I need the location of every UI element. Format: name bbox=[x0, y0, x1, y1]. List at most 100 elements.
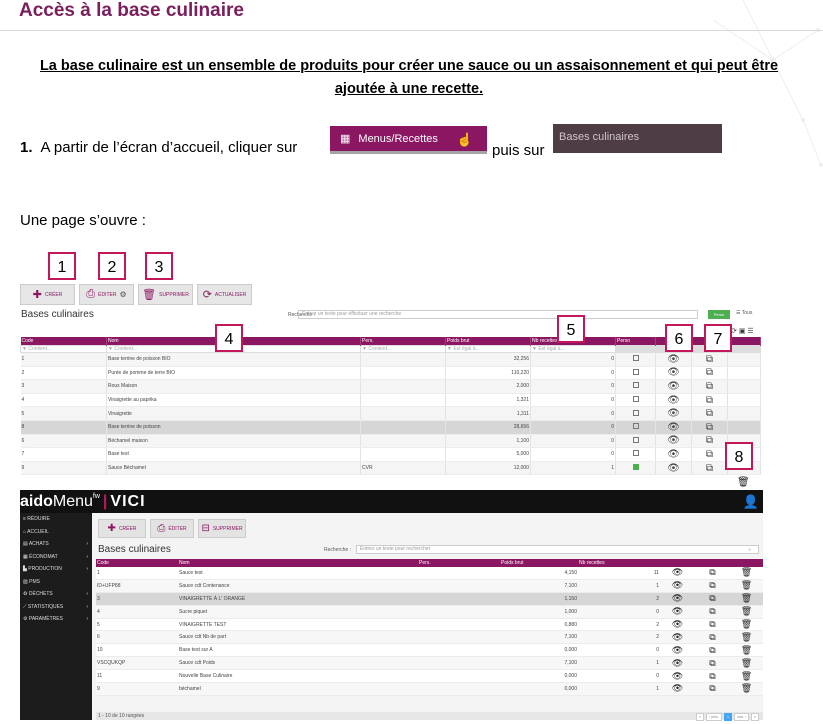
eye-icon[interactable]: 👁 bbox=[655, 393, 692, 408]
copy-icon[interactable]: ⧉ bbox=[695, 682, 730, 696]
table-row[interactable]: VSCQUKQP Sauce cdt Poids 7,100 1 👁 ⧉ 🗑 bbox=[96, 656, 763, 671]
bases-culinaires-button[interactable]: Bases culinaires bbox=[553, 124, 722, 153]
table-row[interactable]: 9 Sauce Béchamel CVR 12,000 1 👁 ⧉ bbox=[20, 461, 761, 476]
trash-icon[interactable]: 🗑 bbox=[737, 477, 750, 488]
table-row[interactable]: 1 Sauce test 4,150 11 👁 ⧉ 🗑 bbox=[96, 567, 763, 580]
pagination-item[interactable]: « bbox=[696, 713, 705, 721]
sidebar-item[interactable]: ⌂ ACCUEIL bbox=[20, 526, 92, 539]
trash-icon[interactable]: 🗑 bbox=[730, 567, 763, 580]
eye-icon[interactable]: 👁 bbox=[655, 434, 692, 449]
pagination-item[interactable]: suiv. › bbox=[733, 713, 750, 721]
eye-icon[interactable]: 👁 bbox=[655, 352, 692, 367]
table-row[interactable]: 3 Roux Maison 2,000 0 👁 ⧉ bbox=[20, 379, 761, 394]
perso-checkbox[interactable] bbox=[632, 355, 639, 362]
sidebar-item[interactable]: ⟋ STATISTIQUES › bbox=[20, 601, 92, 614]
menus-recettes-button[interactable]: ▦ Menus/Recettes ☝ bbox=[330, 126, 487, 154]
trash-icon[interactable]: 🗑 bbox=[730, 669, 763, 684]
copy-icon[interactable]: ⧉ bbox=[695, 567, 730, 580]
creer-button[interactable]: ✚ CRÉER bbox=[98, 519, 146, 538]
table-row[interactable]: 7 Base test 5,000 0 👁 ⧉ bbox=[20, 447, 761, 462]
table-row[interactable]: 3 VINAIGRETTE À L' ORANGE 1,150 2 👁 ⧉ 🗑 bbox=[96, 592, 763, 606]
perso-checkbox[interactable] bbox=[632, 368, 639, 375]
pagination-item[interactable]: » bbox=[751, 713, 759, 721]
copy-icon[interactable]: ⧉ bbox=[695, 605, 730, 619]
search-input[interactable]: Entrez un texte pour effectuer une reche… bbox=[298, 310, 698, 319]
trash-icon[interactable]: 🗑 bbox=[730, 656, 763, 671]
table-row[interactable]: 1 Base terrine de poisson BIO 32,256 0 👁 ⧉ bbox=[20, 352, 761, 367]
eye-icon[interactable]: 👁 bbox=[660, 656, 695, 671]
tous-filter-button[interactable]: ☰ Tous bbox=[736, 310, 752, 316]
copy-icon[interactable]: ⧉ bbox=[691, 420, 728, 435]
copy-icon[interactable]: ⧉ bbox=[691, 406, 728, 421]
eye-icon[interactable]: 👁 bbox=[660, 618, 695, 632]
perso-checkbox[interactable] bbox=[632, 409, 639, 416]
sidebar-item[interactable]: ▦ ÉCONOMAT › bbox=[20, 551, 92, 564]
table-row[interactable]: 10 Base test sur A 0,000 0 👁 ⧉ 🗑 bbox=[96, 643, 763, 658]
trash-icon[interactable]: 🗑 bbox=[730, 643, 763, 658]
col-poids[interactable]: Poids brut bbox=[500, 559, 578, 567]
eye-icon[interactable]: 👁 bbox=[660, 643, 695, 658]
table-row[interactable]: ID+UFP88 Sauce cdt Contenance 7,100 1 👁 ⧉ 🗑 bbox=[96, 579, 763, 593]
actualiser-button[interactable]: ⟳ ACTUALISER bbox=[197, 284, 252, 305]
copy-icon[interactable]: ⧉ bbox=[695, 643, 730, 658]
search-input[interactable]: Entrez un texte pour rechercher ⌕ bbox=[356, 545, 759, 554]
eye-icon[interactable]: 👁 bbox=[660, 567, 695, 580]
copy-icon[interactable]: ⧉ bbox=[695, 656, 730, 671]
sidebar-item[interactable]: ▤ ACHATS › bbox=[20, 538, 92, 551]
trash-icon[interactable]: 🗑 bbox=[730, 630, 763, 645]
supprimer-button[interactable]: ⊟ SUPPRIMER bbox=[198, 519, 246, 538]
pagination-item[interactable]: ‹ préc. bbox=[706, 713, 723, 721]
copy-icon[interactable]: ⧉ bbox=[691, 393, 728, 408]
view-options[interactable]: ⟳ ▣ ☰ bbox=[731, 327, 754, 335]
copy-icon[interactable]: ⧉ bbox=[695, 669, 730, 684]
copy-icon[interactable]: ⧉ bbox=[695, 630, 730, 645]
eye-icon[interactable]: 👁 bbox=[660, 579, 695, 593]
col-nom[interactable]: Nom bbox=[178, 559, 418, 567]
user-icon[interactable]: 👤 bbox=[743, 494, 759, 510]
table-row[interactable]: 9 béchamel 0,000 1 👁 ⧉ 🗑 bbox=[96, 682, 763, 696]
sidebar-item[interactable]: ⚙ PARAMÈTRES › bbox=[20, 613, 92, 626]
table-row[interactable]: 8 Base terrine de poisson 28,656 0 👁 ⧉ bbox=[20, 420, 761, 435]
perso-checkbox[interactable] bbox=[632, 450, 639, 457]
table-row[interactable]: 6 Béchamel maison 1,100 0 👁 ⧉ bbox=[20, 434, 761, 449]
perso-checkbox[interactable] bbox=[632, 382, 639, 389]
copy-icon[interactable]: ⧉ bbox=[691, 379, 728, 394]
perso-checkbox[interactable] bbox=[632, 464, 639, 471]
eye-icon[interactable]: 👁 bbox=[655, 461, 692, 476]
filter-poids[interactable]: ▼ Est égal à... bbox=[445, 345, 531, 353]
sidebar-item[interactable]: ≡ RÉDUIRE bbox=[20, 513, 92, 526]
table-row[interactable]: 5 Vinaigrette 1,311 0 👁 ⧉ bbox=[20, 406, 761, 421]
trash-icon[interactable]: 🗑 bbox=[730, 682, 763, 696]
table-row[interactable]: 2 Purée de pomme de terre BIO 110,220 0 👁 ⧉ bbox=[20, 366, 761, 381]
copy-icon[interactable]: ⧉ bbox=[691, 461, 728, 476]
table-row[interactable]: 5 VINAIGRETTE TEST 0,880 2 👁 ⧉ 🗑 bbox=[96, 618, 763, 632]
col-code[interactable]: Code bbox=[96, 559, 178, 567]
creer-button[interactable]: ✚ CRÉER bbox=[20, 284, 75, 305]
copy-icon[interactable]: ⧉ bbox=[691, 434, 728, 449]
copy-icon[interactable]: ⧉ bbox=[691, 447, 728, 462]
col-code[interactable]: Code bbox=[20, 337, 107, 346]
table-row[interactable]: 4 Sucre piquet 1,000 0 👁 ⧉ 🗑 bbox=[96, 605, 763, 619]
copy-icon[interactable]: ⧉ bbox=[695, 592, 730, 606]
col-pers[interactable]: Pers. bbox=[360, 337, 446, 346]
search-icon[interactable]: ⌕ bbox=[748, 547, 751, 554]
sidebar-item[interactable]: ♻ DÉCHETS › bbox=[20, 588, 92, 601]
trash-icon[interactable]: 🗑 bbox=[730, 579, 763, 593]
table-row[interactable]: 6 Sauce cdt Nb de part 7,100 2 👁 ⧉ 🗑 bbox=[96, 630, 763, 645]
sidebar-item[interactable]: ▙ PRODUCTION › bbox=[20, 563, 92, 576]
filter-code[interactable]: ▼ Contient... bbox=[20, 345, 107, 353]
eye-icon[interactable]: 👁 bbox=[655, 379, 692, 394]
copy-icon[interactable]: ⧉ bbox=[691, 352, 728, 367]
table-row[interactable]: 4 Vinaigrette au paprika 1,321 0 👁 ⧉ bbox=[20, 393, 761, 408]
perso-filter-button[interactable]: Perso bbox=[708, 310, 730, 319]
eye-icon[interactable]: 👁 bbox=[660, 669, 695, 684]
eye-icon[interactable]: 👁 bbox=[655, 447, 692, 462]
perso-checkbox[interactable] bbox=[632, 436, 639, 443]
col-perso[interactable]: Perso bbox=[615, 337, 656, 346]
pagination-item[interactable]: 1 bbox=[724, 713, 732, 721]
eye-icon[interactable]: 👁 bbox=[655, 366, 692, 381]
table-row[interactable]: 11 Nouvelle Base Culinaire 0,000 0 👁 ⧉ 🗑 bbox=[96, 669, 763, 684]
copy-icon[interactable]: ⧉ bbox=[695, 579, 730, 593]
eye-icon[interactable]: 👁 bbox=[655, 406, 692, 421]
filter-pers[interactable]: ▼ Contient... bbox=[360, 345, 446, 353]
